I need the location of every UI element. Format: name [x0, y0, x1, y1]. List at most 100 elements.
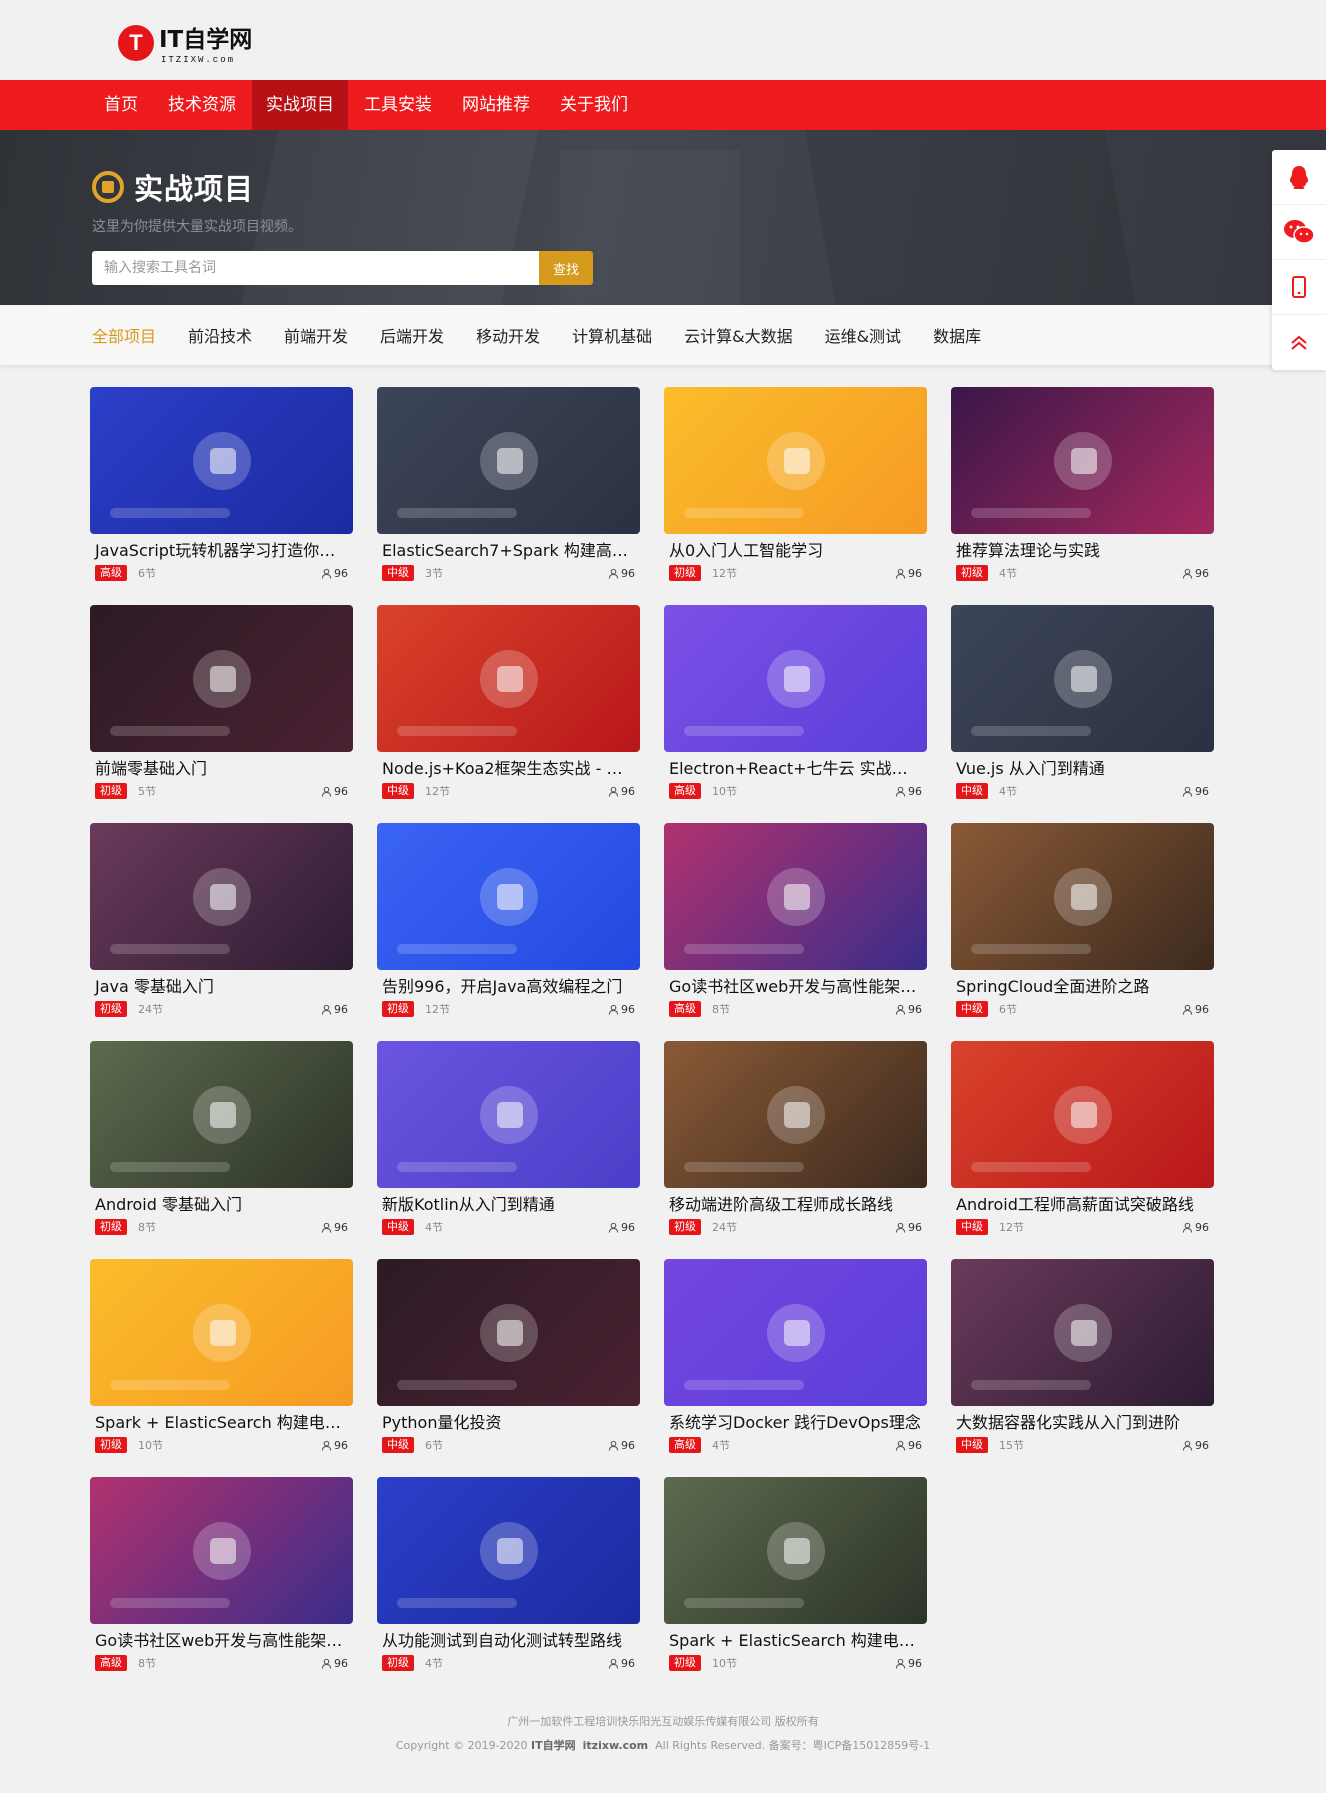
- qq-icon[interactable]: [1272, 150, 1326, 205]
- course-title[interactable]: 从功能测试到自动化测试转型路线: [377, 1630, 640, 1651]
- course-title[interactable]: Electron+React+七牛云 实战跨平台桌面应用: [664, 758, 927, 779]
- course-card[interactable]: SpringCloud全面进阶之路 中级 6节 96: [951, 823, 1214, 1017]
- search-button[interactable]: 查找: [539, 251, 593, 285]
- course-title[interactable]: Java 零基础入门: [90, 976, 353, 997]
- course-title[interactable]: SpringCloud全面进阶之路: [951, 976, 1214, 997]
- category-tab[interactable]: 计算机基础: [572, 323, 652, 347]
- course-card[interactable]: 前端零基础入门 初级 5节 96: [90, 605, 353, 799]
- category-tab[interactable]: 后端开发: [380, 323, 444, 347]
- course-title[interactable]: Python量化投资: [377, 1412, 640, 1433]
- course-meta: 高级 6节 96: [90, 565, 353, 581]
- course-card[interactable]: Android工程师高薪面试突破路线 中级 12节 96: [951, 1041, 1214, 1235]
- course-thumbnail[interactable]: [90, 1477, 353, 1624]
- course-title[interactable]: 大数据容器化实践从入门到进阶: [951, 1412, 1214, 1433]
- course-card[interactable]: 新版Kotlin从入门到精通 中级 4节 96: [377, 1041, 640, 1235]
- course-card[interactable]: 移动端进阶高级工程师成长路线 初级 24节 96: [664, 1041, 927, 1235]
- nav-item[interactable]: 关于我们: [546, 80, 642, 130]
- course-card[interactable]: 从功能测试到自动化测试转型路线 初级 4节 96: [377, 1477, 640, 1671]
- course-title[interactable]: Node.js+Koa2框架生态实战 - 从零模拟新浪微博: [377, 758, 640, 779]
- course-card[interactable]: Vue.js 从入门到精通 中级 4节 96: [951, 605, 1214, 799]
- wechat-icon[interactable]: [1272, 205, 1326, 260]
- course-card[interactable]: Spark + ElasticSearch 构建电商用户标签系统初级 10节 96: [90, 1259, 353, 1453]
- course-thumbnail[interactable]: [664, 1477, 927, 1624]
- course-thumbnail[interactable]: [90, 605, 353, 752]
- course-title[interactable]: 推荐算法理论与实践: [951, 540, 1214, 561]
- course-thumbnail[interactable]: [90, 1041, 353, 1188]
- course-title[interactable]: JavaScript玩转机器学习打造你的第一个AI小项目: [90, 540, 353, 561]
- course-title[interactable]: ElasticSearch7+Spark 构建高匹配度搜索服务+千人千面推荐系统: [377, 540, 640, 561]
- course-card[interactable]: ElasticSearch7+Spark 构建高匹配度搜索服务+千人千面推荐系统…: [377, 387, 640, 581]
- course-card[interactable]: Node.js+Koa2框架生态实战 - 从零模拟新浪微博中级 12节 96: [377, 605, 640, 799]
- course-title[interactable]: Vue.js 从入门到精通: [951, 758, 1214, 779]
- course-title[interactable]: 告别996，开启Java高效编程之门: [377, 976, 640, 997]
- nav-item[interactable]: 技术资源: [154, 80, 250, 130]
- course-thumbnail[interactable]: [377, 1477, 640, 1624]
- course-title[interactable]: Go读书社区web开发与高性能架构优化: [664, 976, 927, 997]
- course-title[interactable]: Spark + ElasticSearch 构建电商用户标签系统: [90, 1412, 353, 1433]
- course-title[interactable]: Android 零基础入门: [90, 1194, 353, 1215]
- lesson-count: 8节: [138, 1221, 156, 1234]
- nav-item[interactable]: 工具安装: [350, 80, 446, 130]
- course-title[interactable]: 新版Kotlin从入门到精通: [377, 1194, 640, 1215]
- back-to-top-icon[interactable]: [1272, 315, 1326, 370]
- course-thumbnail[interactable]: [951, 823, 1214, 970]
- course-thumbnail[interactable]: [377, 823, 640, 970]
- course-title[interactable]: Spark + ElasticSearch 构建电商用户标签系统: [664, 1630, 927, 1651]
- course-thumbnail[interactable]: [377, 605, 640, 752]
- search-input[interactable]: [92, 251, 539, 285]
- course-thumbnail[interactable]: [951, 1259, 1214, 1406]
- course-card[interactable]: 大数据容器化实践从入门到进阶 中级 15节 96: [951, 1259, 1214, 1453]
- footer-site-name[interactable]: IT自学网: [531, 1739, 576, 1752]
- course-title[interactable]: 从0入门人工智能学习: [664, 540, 927, 561]
- course-title[interactable]: 系统学习Docker 践行DevOps理念: [664, 1412, 927, 1433]
- course-title[interactable]: Go读书社区web开发与高性能架构优化: [90, 1630, 353, 1651]
- course-card[interactable]: 推荐算法理论与实践 初级 4节 96: [951, 387, 1214, 581]
- course-thumbnail[interactable]: [377, 1041, 640, 1188]
- course-card[interactable]: Python量化投资 中级 6节 96: [377, 1259, 640, 1453]
- course-illustration: [1053, 867, 1112, 926]
- course-card[interactable]: 告别996，开启Java高效编程之门 初级 12节 96: [377, 823, 640, 1017]
- course-card[interactable]: Spark + ElasticSearch 构建电商用户标签系统初级 10节 96: [664, 1477, 927, 1671]
- course-thumbnail[interactable]: [90, 1259, 353, 1406]
- course-card[interactable]: Go读书社区web开发与高性能架构优化 高级 8节 96: [664, 823, 927, 1017]
- course-thumbnail[interactable]: [664, 387, 927, 534]
- course-title[interactable]: 前端零基础入门: [90, 758, 353, 779]
- course-thumbnail[interactable]: [377, 387, 640, 534]
- phone-icon[interactable]: [1272, 260, 1326, 315]
- category-tab[interactable]: 前端开发: [284, 323, 348, 347]
- course-thumbnail[interactable]: [951, 387, 1214, 534]
- course-card[interactable]: Android 零基础入门 初级 8节 96: [90, 1041, 353, 1235]
- course-card[interactable]: 系统学习Docker 践行DevOps理念 高级 4节 96: [664, 1259, 927, 1453]
- footer-domain[interactable]: itzixw.com: [583, 1739, 648, 1752]
- category-tab[interactable]: 云计算&大数据: [684, 323, 792, 347]
- course-thumbnail[interactable]: [664, 1041, 927, 1188]
- course-thumbnail[interactable]: [664, 1259, 927, 1406]
- course-card[interactable]: JavaScript玩转机器学习打造你的第一个AI小项目高级 6节 96: [90, 387, 353, 581]
- category-tab[interactable]: 移动开发: [476, 323, 540, 347]
- user-icon: [321, 1658, 332, 1669]
- nav-item[interactable]: 网站推荐: [448, 80, 544, 130]
- course-thumbnail[interactable]: [951, 1041, 1214, 1188]
- level-badge: 高级: [669, 1001, 701, 1017]
- nav-item[interactable]: 实战项目: [252, 80, 348, 130]
- course-card[interactable]: Go读书社区web开发与高性能架构优化 高级 8节 96: [90, 1477, 353, 1671]
- course-thumbnail[interactable]: [951, 605, 1214, 752]
- course-thumbnail[interactable]: [377, 1259, 640, 1406]
- course-card[interactable]: 从0入门人工智能学习 初级 12节 96: [664, 387, 927, 581]
- course-thumbnail[interactable]: [90, 823, 353, 970]
- category-tab[interactable]: 数据库: [933, 323, 981, 347]
- course-title[interactable]: 移动端进阶高级工程师成长路线: [664, 1194, 927, 1215]
- course-title[interactable]: Android工程师高薪面试突破路线: [951, 1194, 1214, 1215]
- course-thumbnail[interactable]: [90, 387, 353, 534]
- course-thumbnail[interactable]: [664, 823, 927, 970]
- course-thumbnail[interactable]: [664, 605, 927, 752]
- site-logo[interactable]: T IT自学网 ITZIXW.com: [118, 20, 252, 65]
- nav-item[interactable]: 首页: [90, 80, 152, 130]
- category-tab[interactable]: 运维&测试: [825, 323, 901, 347]
- category-tab[interactable]: 前沿技术: [188, 323, 252, 347]
- category-tab[interactable]: 全部项目: [92, 323, 156, 347]
- course-illustration: [479, 431, 538, 490]
- course-card[interactable]: Electron+React+七牛云 实战跨平台桌面应用高级 10节 96: [664, 605, 927, 799]
- course-card[interactable]: Java 零基础入门 初级 24节 96: [90, 823, 353, 1017]
- course-illustration: [192, 431, 251, 490]
